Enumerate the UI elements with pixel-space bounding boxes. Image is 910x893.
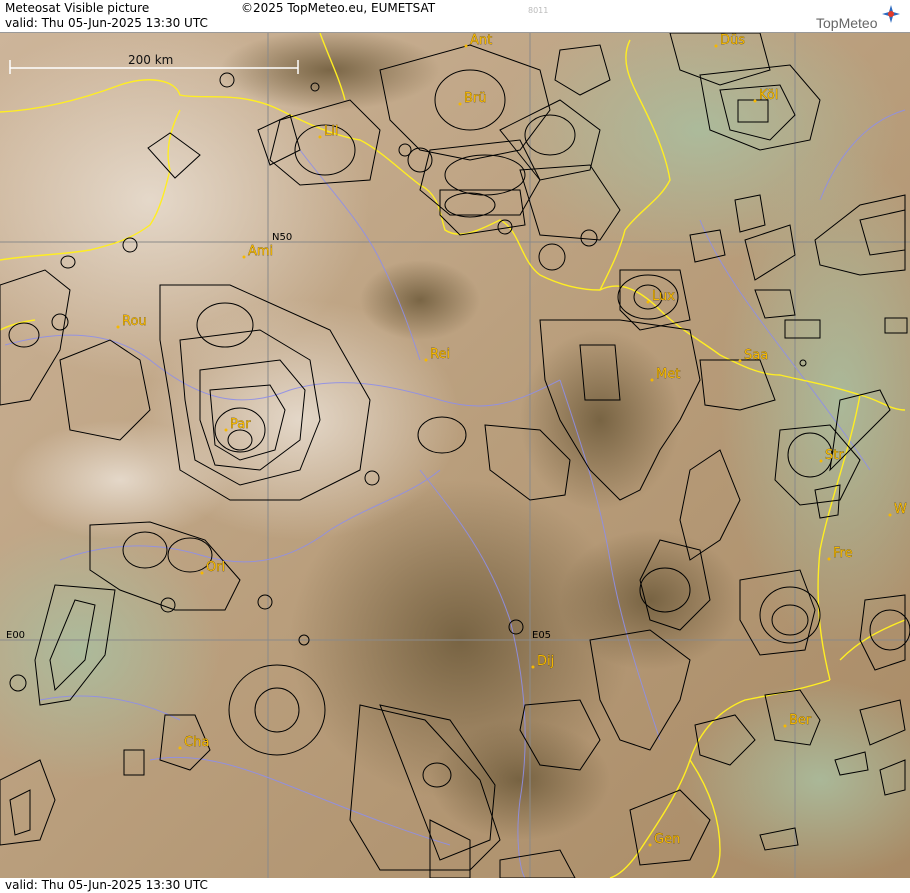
city-label: Saa [744,348,768,363]
footer-valid-time: valid: Thu 05-Jun-2025 13:30 UTC [5,878,208,892]
city-label: Düs [720,33,745,48]
city-label: Par [230,417,251,432]
city-label: Rei [430,347,450,362]
grid-label-n50: N50 [272,232,292,243]
weather-map-window: Meteosat Visible picture valid: Thu 05-J… [0,0,910,893]
city-label: W [894,502,907,517]
city-label: Ami [248,244,273,259]
grid-label-e00: E00 [6,630,25,641]
city-label: Brü [464,91,487,106]
city-label: Lil [324,124,338,139]
map-title: Meteosat Visible picture [5,1,150,15]
city-label: Ber [789,713,812,728]
city-label: Gen [654,832,680,847]
city-label: Dij [537,654,554,669]
satellite-map[interactable]: 200 km N50 E00 E05 Ant Düs Brü Köl Lil A… [0,33,910,878]
map-code: 8011 [528,6,549,15]
city-label: Rou [122,314,147,329]
city-label: Fre [833,546,853,561]
topmeteo-logo: TopMeteo [816,15,878,31]
grid-label-e05: E05 [532,630,551,641]
copyright: ©2025 TopMeteo.eu, EUMETSAT [241,1,436,15]
logo-icon [882,5,900,23]
map-footer: valid: Thu 05-Jun-2025 13:30 UTC [0,878,910,893]
scale-label: 200 km [128,53,173,67]
city-label: Str [825,448,844,463]
city-label: Lux [652,289,675,304]
city-label: Ant [470,33,492,48]
city-label: Cha [184,735,209,750]
map-header: Meteosat Visible picture valid: Thu 05-J… [0,0,910,33]
city-label: Köl [759,88,778,103]
city-label: Met [656,367,680,382]
valid-time: valid: Thu 05-Jun-2025 13:30 UTC [5,16,208,30]
city-label: Orl [206,560,225,575]
